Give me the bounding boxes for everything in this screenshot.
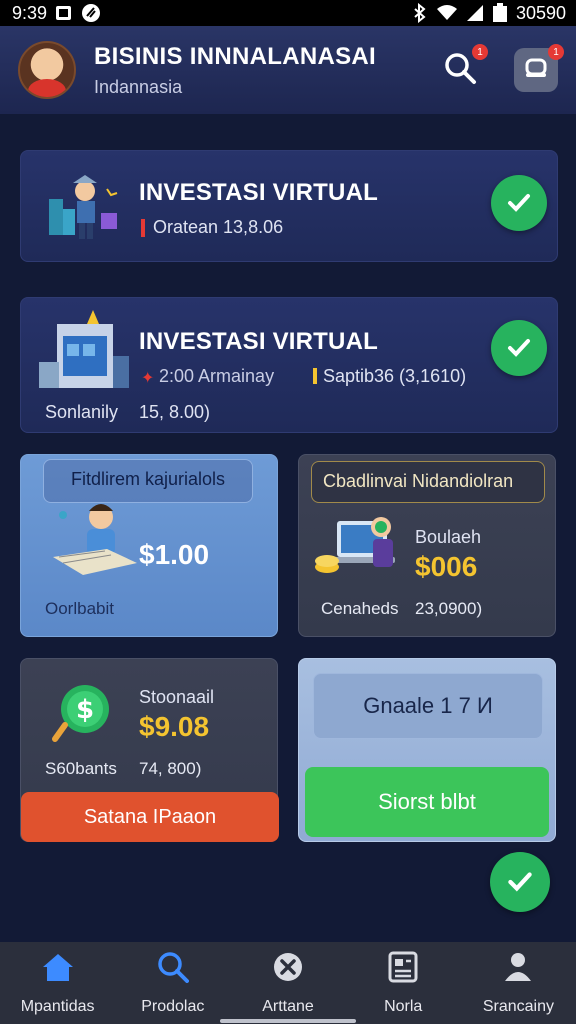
investment-card-2[interactable]: INVESTASI VIRTUAL ✦ 2:00 Armainay Saptib… [20, 297, 558, 433]
card3-amount: $1.00 [139, 539, 210, 570]
nav-close[interactable]: Arttane [230, 942, 345, 1024]
nav-news-label: Norla [384, 997, 423, 1015]
nav-close-label: Arttane [262, 997, 314, 1015]
status-marker-2 [313, 368, 317, 384]
svg-text:$: $ [76, 695, 94, 725]
battery-icon [492, 3, 508, 23]
card5-caption-label: S60bants [45, 759, 117, 778]
status-marker [141, 219, 145, 237]
building-illustration [35, 304, 135, 401]
goal-card[interactable]: Gnaale 1 7 И Siorst blbt [298, 658, 556, 842]
arrow-up-icon: ✦ [141, 370, 155, 387]
card5-label: Stoonaail [139, 687, 215, 707]
search-icon [157, 951, 189, 988]
investor-illustration [41, 169, 131, 250]
nav-profile[interactable]: Srancainy [461, 942, 576, 1024]
home-icon [41, 951, 75, 988]
avatar[interactable] [18, 41, 76, 99]
learning-card[interactable]: Fitdlirem kajurialols $1.00 Oorlbabit [20, 454, 278, 637]
card4-title: Cbadlinvai Nidandiolran [323, 471, 514, 491]
app-title: BISINIS INNNALANASAI [94, 42, 377, 70]
search-button[interactable]: 1 [438, 44, 488, 92]
savings-action-button[interactable]: Satana IPaaon [21, 792, 279, 842]
signal-icon [466, 4, 484, 22]
search-badge: 1 [472, 44, 488, 60]
investment-card-1[interactable]: INVESTASI VIRTUAL Oratean 13,8.06 [20, 150, 558, 262]
status-time: 9:39 [12, 2, 48, 23]
battery-text: 30590 [515, 2, 566, 23]
bottom-navigation: Mpantidas Prodolac Arttane Norla Srancai… [0, 942, 576, 1024]
app-header: BISINIS INNNALANASAI Indannasia 1 1 [0, 26, 576, 114]
card2-bottom-value: 15, 8.00) [139, 402, 211, 422]
card1-subtitle: Oratean 13,8.06 [153, 217, 284, 237]
card3-title: Fitdlirem kajurialols [71, 469, 226, 489]
wifi-icon [436, 4, 458, 22]
home-indicator [220, 1019, 356, 1023]
inbox-badge: 1 [548, 44, 564, 60]
close-circle-icon [272, 951, 304, 988]
nav-search[interactable]: Prodolac [115, 942, 230, 1024]
start-button[interactable]: Siorst blbt [305, 767, 549, 837]
check-icon[interactable] [491, 320, 547, 376]
nav-home[interactable]: Mpantidas [0, 942, 115, 1024]
nav-home-label: Mpantidas [20, 997, 95, 1015]
document-icon [388, 951, 418, 988]
card2-bottom-label: Sonlanily [45, 402, 119, 422]
bluetooth-icon [412, 3, 428, 23]
card3-caption: Oorlbabit [45, 599, 114, 618]
user-icon [503, 951, 533, 988]
card1-title: INVESTASI VIRTUAL [139, 179, 378, 206]
student-illustration [45, 497, 145, 588]
floating-check-button[interactable] [490, 852, 550, 912]
card4-caption-value: 23,0900) [415, 599, 483, 618]
nav-search-label: Prodolac [141, 997, 205, 1015]
card2-right-stat: Saptib36 (3,1610) [323, 366, 467, 386]
goal-field[interactable]: Gnaale 1 7 И [313, 673, 543, 739]
trader-illustration [313, 511, 409, 590]
inbox-button[interactable]: 1 [514, 44, 564, 92]
card2-title: INVESTASI VIRTUAL [139, 328, 378, 355]
status-bar: 9:39 30590 [0, 0, 576, 26]
savings-card[interactable]: $ Stoonaail $9.08 S60bants 74, 800) Sata… [20, 658, 279, 842]
app-subtitle: Indannasia [94, 76, 183, 97]
card4-caption-label: Cenaheds [321, 599, 399, 618]
dollar-icon: $ [51, 681, 115, 750]
nav-profile-label: Srancainy [482, 997, 554, 1015]
notification-icon [55, 4, 73, 22]
search-icon [443, 51, 477, 90]
inbox-icon [523, 55, 549, 86]
card4-amount: $006 [415, 551, 478, 582]
check-icon[interactable] [491, 175, 547, 231]
card5-amount: $9.08 [139, 711, 210, 742]
trading-card[interactable]: Cbadlinvai Nidandiolran Boulaeh $006 Cen… [298, 454, 556, 637]
card5-caption-value: 74, 800) [139, 759, 202, 778]
app-icon [81, 3, 101, 23]
nav-news[interactable]: Norla [346, 942, 461, 1024]
card4-label: Boulaeh [415, 527, 482, 547]
card2-left-stat: 2:00 Armainay [159, 366, 275, 386]
